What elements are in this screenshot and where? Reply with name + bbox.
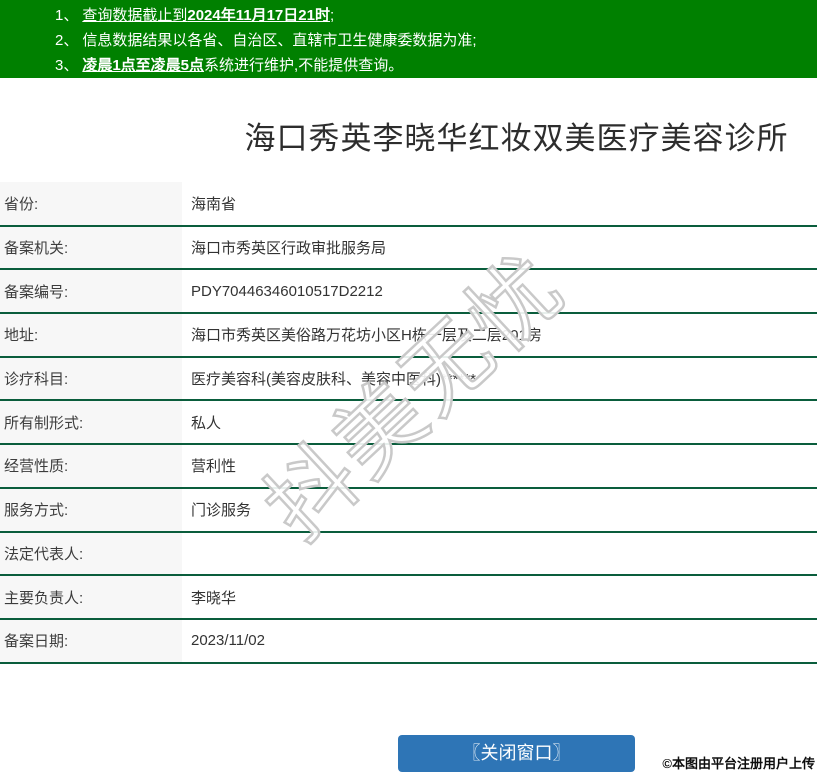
close-window-button[interactable]: 〖关闭窗口〗 bbox=[398, 735, 635, 772]
notice-line: 3、 凌晨1点至凌晨5点系统进行维护,不能提供查询。 bbox=[55, 53, 817, 78]
notice-segment: 信息数据结果以各省、自治区、直辖市卫生健康委数据为准; bbox=[82, 32, 477, 49]
table-row: 备案日期: 2023/11/02 bbox=[0, 618, 817, 664]
table-row: 所有制形式: 私人 bbox=[0, 400, 817, 446]
row-value: 2023/11/02 bbox=[182, 618, 817, 664]
notice-bar: 1、 查询数据截止到2024年11月17日21时; 2、 信息数据结果以各省、自治区… bbox=[0, 0, 817, 78]
row-label: 所有制形式: bbox=[0, 400, 182, 446]
row-label: 法定代表人: bbox=[0, 531, 182, 577]
notice-segment: 查询数据截止到 bbox=[82, 7, 188, 24]
row-label: 地址: bbox=[0, 313, 182, 358]
row-label: 诊疗科目: bbox=[0, 356, 182, 402]
row-value: 海口市秀英区美俗路万花坊小区H栋一层及二层201房 bbox=[182, 313, 817, 358]
table-row: 服务方式: 门诊服务 bbox=[0, 487, 817, 533]
notice-segment: 凌晨1点至凌晨5点 bbox=[82, 57, 205, 74]
row-label: 服务方式: bbox=[0, 487, 182, 533]
notice-line: 2、 信息数据结果以各省、自治区、直辖市卫生健康委数据为准; bbox=[55, 28, 817, 53]
table-row: 地址: 海口市秀英区美俗路万花坊小区H栋一层及二层201房 bbox=[0, 313, 817, 358]
notice-line: 1、 查询数据截止到2024年11月17日21时; bbox=[55, 3, 817, 28]
row-value: 海南省 bbox=[182, 182, 817, 227]
row-label: 省份: bbox=[0, 182, 182, 227]
table-row: 诊疗科目: 医疗美容科(美容皮肤科、美容中医科)****** bbox=[0, 356, 817, 402]
notice-segment: 2024年11月17日21时 bbox=[187, 7, 330, 24]
notice-number: 1、 bbox=[55, 7, 79, 24]
info-table: 省份: 海南省 备案机关: 海口市秀英区行政审批服务局 备案编号: PDY704… bbox=[0, 182, 817, 664]
row-label: 备案编号: bbox=[0, 269, 182, 315]
table-row: 法定代表人: bbox=[0, 531, 817, 577]
notice-number: 3、 bbox=[55, 57, 79, 74]
table-row: 备案机关: 海口市秀英区行政审批服务局 bbox=[0, 225, 817, 271]
table-row: 备案编号: PDY70446346010517D2212 bbox=[0, 269, 817, 315]
row-label: 备案日期: bbox=[0, 618, 182, 664]
info-table-body: 省份: 海南省 备案机关: 海口市秀英区行政审批服务局 备案编号: PDY704… bbox=[0, 182, 817, 664]
row-value: 私人 bbox=[182, 400, 817, 446]
notice-segment: ; bbox=[329, 7, 335, 24]
notice-segments: 信息数据结果以各省、自治区、直辖市卫生健康委数据为准; bbox=[82, 32, 476, 49]
row-label: 备案机关: bbox=[0, 225, 182, 271]
copyright-watermark: ©本图由平台注册用户上传 bbox=[662, 756, 815, 771]
row-label: 经营性质: bbox=[0, 444, 182, 489]
notice-list: 1、 查询数据截止到2024年11月17日21时; 2、 信息数据结果以各省、自治区… bbox=[55, 3, 817, 78]
table-row: 主要负责人: 李晓华 bbox=[0, 575, 817, 620]
notice-number: 2、 bbox=[55, 32, 79, 49]
row-value: PDY70446346010517D2212 bbox=[182, 269, 817, 315]
page: 1、 查询数据截止到2024年11月17日21时; 2、 信息数据结果以各省、自治区… bbox=[0, 0, 817, 774]
row-value: 李晓华 bbox=[182, 575, 817, 620]
row-label: 主要负责人: bbox=[0, 575, 182, 620]
notice-segments: 凌晨1点至凌晨5点系统进行维护,不能提供查询。 bbox=[82, 57, 403, 74]
notice-segment: 系统进行维护,不能提供查询。 bbox=[204, 57, 404, 74]
row-value: 营利性 bbox=[182, 444, 817, 489]
notice-segments: 查询数据截止到2024年11月17日21时; bbox=[82, 7, 334, 24]
row-value: 门诊服务 bbox=[182, 487, 817, 533]
table-row: 经营性质: 营利性 bbox=[0, 444, 817, 489]
page-title: 海口秀英李晓华红妆双美医疗美容诊所 bbox=[244, 121, 789, 156]
row-value: 海口市秀英区行政审批服务局 bbox=[182, 225, 817, 271]
table-row: 省份: 海南省 bbox=[0, 182, 817, 227]
row-value bbox=[182, 531, 817, 577]
row-value: 医疗美容科(美容皮肤科、美容中医科)****** bbox=[182, 356, 817, 402]
